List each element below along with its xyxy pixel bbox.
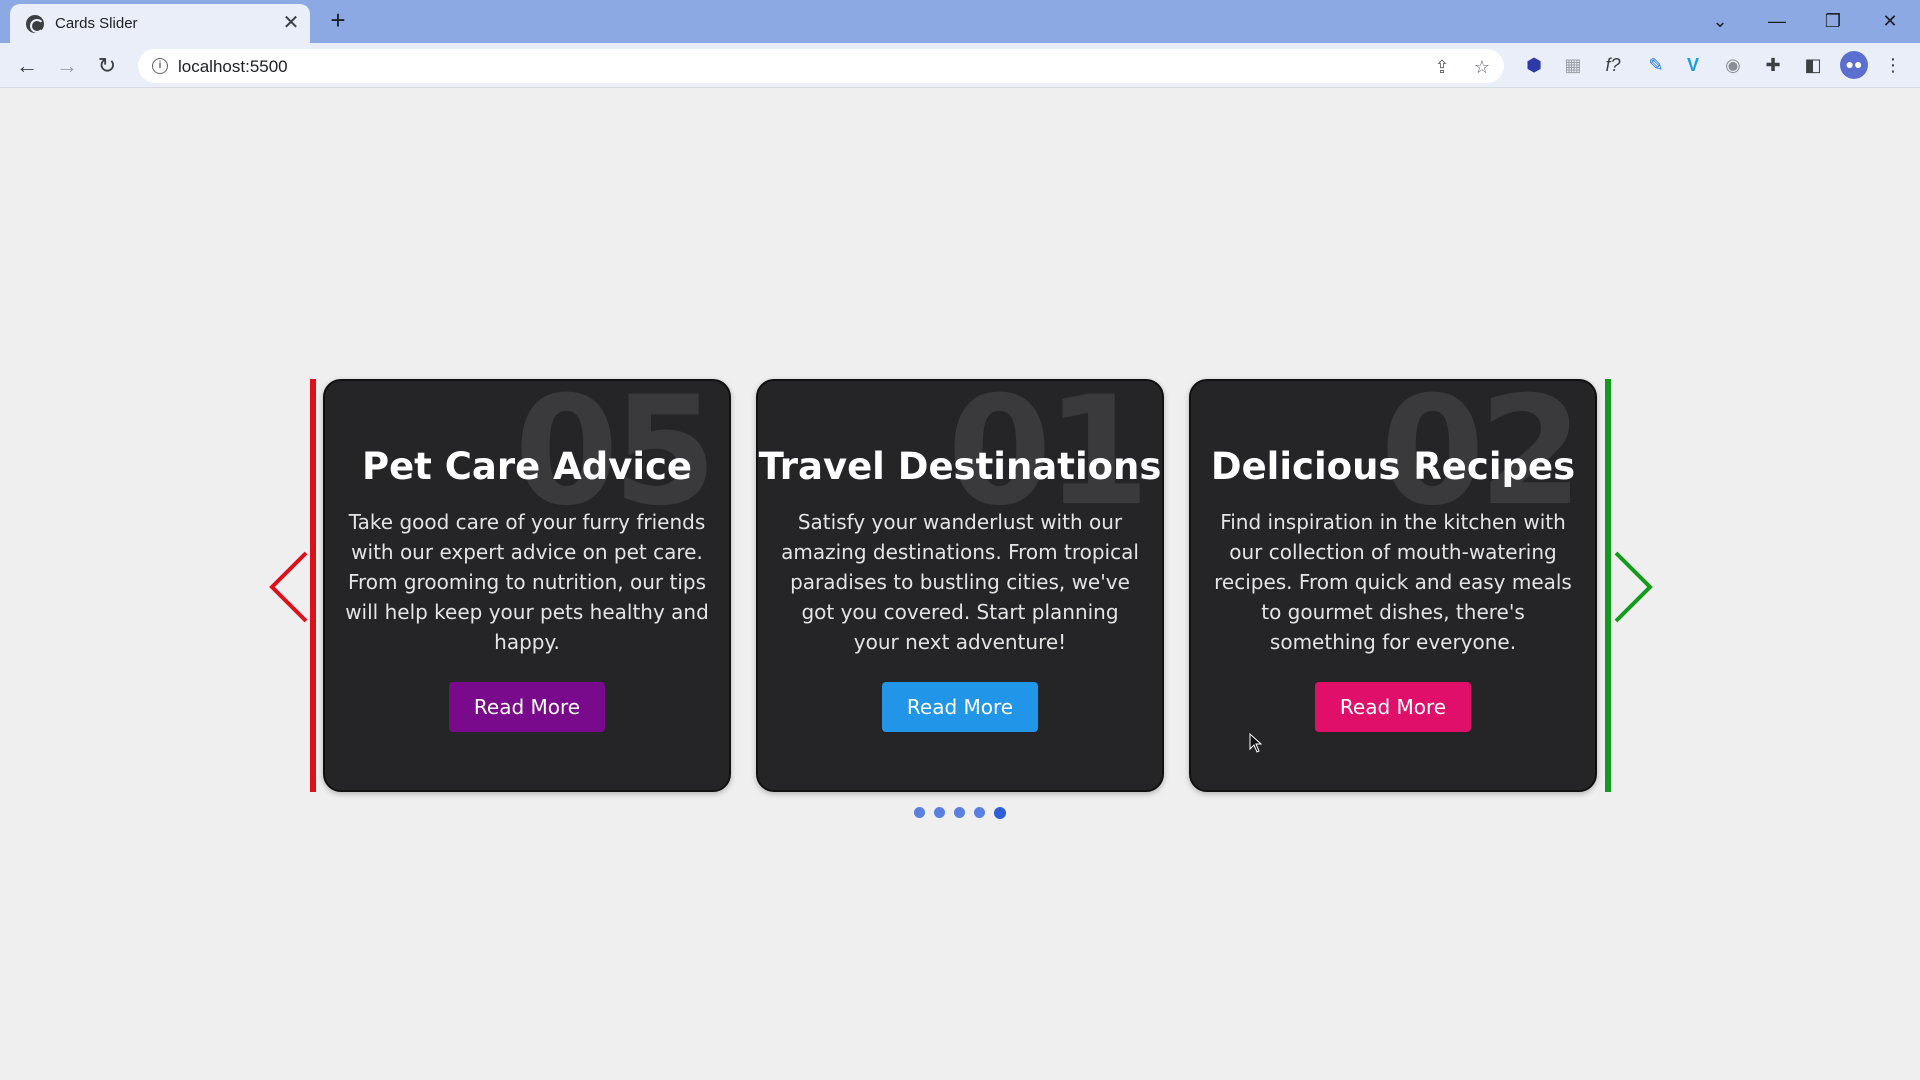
mouse-cursor-icon [1249, 733, 1263, 753]
next-arrow-button[interactable] [1606, 547, 1656, 627]
card-title: Travel Destinations [758, 445, 1162, 488]
extension-circle-icon[interactable]: ◉ [1720, 52, 1746, 78]
back-arrow-icon[interactable]: ← [11, 50, 43, 82]
card-title: Delicious Recipes [1210, 445, 1576, 488]
pagination-dot[interactable] [934, 807, 945, 818]
minimize-button[interactable]: — [1757, 6, 1797, 36]
browser-tab[interactable]: Cards Slider ✕ [10, 4, 310, 43]
read-more-button[interactable]: Read More [1315, 682, 1471, 732]
card-pet-care: 05 Pet Care Advice Take good care of you… [323, 379, 731, 792]
pagination-dot-active[interactable] [994, 807, 1006, 819]
puzzle-extensions-icon[interactable]: ✚ [1760, 52, 1786, 78]
chevron-left-icon [269, 551, 308, 623]
address-bar[interactable]: i localhost:5500 ⇪ ☆ [138, 49, 1504, 83]
card-title: Pet Care Advice [361, 445, 693, 488]
cards-slider: 05 Pet Care Advice Take good care of you… [0, 89, 1920, 1080]
read-more-button[interactable]: Read More [449, 682, 605, 732]
extension-badge-icon[interactable]: ⬢ [1521, 52, 1547, 78]
browser-tab-strip: Cards Slider ✕ + ⌄ — ❐ ✕ [0, 0, 1920, 43]
bookmark-star-icon[interactable]: ☆ [1470, 55, 1494, 79]
pagination-dots [912, 807, 1012, 821]
prev-arrow-button[interactable] [266, 547, 316, 627]
card-text: Find inspiration in the kitchen with our… [1214, 510, 1572, 654]
extension-grid-icon[interactable]: ▦ [1560, 52, 1586, 78]
site-info-icon[interactable]: i [152, 58, 168, 74]
url-text[interactable]: localhost:5500 [178, 57, 288, 77]
card-recipes: 02 Delicious Recipes Find inspiration in… [1189, 379, 1597, 792]
more-menu-icon[interactable]: ⋮ [1880, 52, 1906, 78]
pagination-dot[interactable] [974, 807, 985, 818]
globe-icon [26, 15, 44, 33]
reload-icon[interactable]: ↻ [91, 50, 123, 82]
card-travel: 01 Travel Destinations Satisfy your wand… [756, 379, 1164, 792]
read-more-button[interactable]: Read More [882, 682, 1038, 732]
side-panel-icon[interactable]: ◧ [1800, 52, 1826, 78]
close-window-button[interactable]: ✕ [1870, 6, 1910, 36]
browser-toolbar: ← → ↻ i localhost:5500 ⇪ ☆ ⬢ ▦ f? ✎ V ◉ … [0, 43, 1920, 88]
pagination-dot[interactable] [914, 807, 925, 818]
restore-button[interactable]: ❐ [1813, 6, 1853, 36]
tab-title: Cards Slider [55, 15, 138, 32]
chevron-right-icon [1614, 551, 1653, 623]
pagination-dot[interactable] [954, 807, 965, 818]
font-finder-icon[interactable]: f? [1600, 52, 1626, 78]
vimeo-icon[interactable]: V [1680, 52, 1706, 78]
card-text: Take good care of your furry friends wit… [345, 510, 709, 654]
share-icon[interactable]: ⇪ [1430, 55, 1454, 79]
forward-arrow-icon[interactable]: → [51, 50, 83, 82]
tab-close-icon[interactable]: ✕ [280, 12, 302, 34]
new-tab-button[interactable]: + [326, 7, 350, 34]
card-text: Satisfy your wanderlust with our amazing… [781, 510, 1139, 654]
color-picker-icon[interactable]: ✎ [1643, 52, 1669, 78]
profile-avatar[interactable]: ●● [1840, 51, 1868, 79]
tab-search-dropdown-icon[interactable]: ⌄ [1700, 6, 1740, 36]
